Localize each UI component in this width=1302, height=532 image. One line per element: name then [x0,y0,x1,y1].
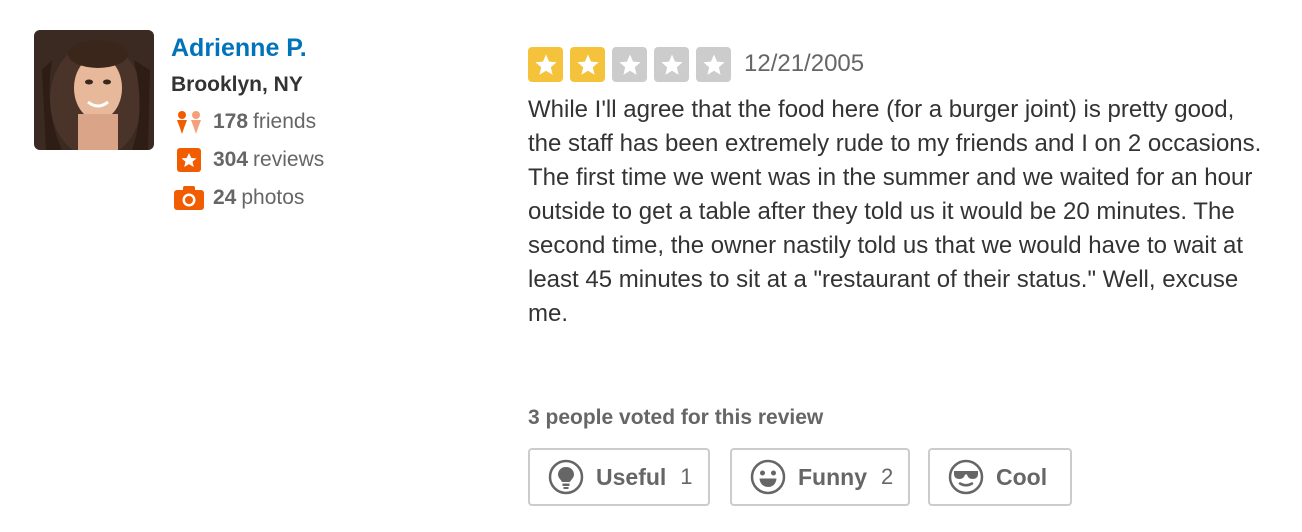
avatar-photo [34,30,154,150]
user-name-link[interactable]: Adrienne P. [171,34,307,63]
friends-label: friends [253,110,317,133]
reviews-count: 304 [213,148,249,171]
user-location: Brooklyn, NY [171,73,303,96]
friends-stat: 178 friends [174,109,316,135]
funny-label: Funny [798,463,867,490]
lightbulb-icon [548,459,584,495]
photos-count: 24 [213,186,237,209]
useful-button[interactable]: Useful 1 [528,448,710,506]
funny-button[interactable]: Funny 2 [730,448,910,506]
star-filled-icon [528,47,563,82]
avatar[interactable] [34,30,154,150]
useful-label: Useful [596,463,667,490]
reviews-stat: 304 reviews [174,147,324,173]
reviews-label: reviews [253,148,325,171]
star-empty-icon [654,47,689,82]
review-text: While I'll agree that the food here (for… [528,96,1262,327]
cool-button[interactable]: Cool [928,448,1072,506]
star-rating [528,47,738,82]
star-filled-icon [570,47,605,82]
friends-icon [174,109,204,135]
votes-summary: 3 people voted for this review [528,406,824,429]
star-empty-icon [612,47,647,82]
cool-label: Cool [996,463,1048,490]
useful-count: 1 [680,464,693,489]
funny-count: 2 [881,464,894,489]
photos-stat: 24 photos [174,185,304,211]
sunglasses-icon [948,459,984,495]
camera-icon [174,185,204,211]
friends-count: 178 [213,110,249,133]
photos-label: photos [241,186,305,209]
star-empty-icon [696,47,731,82]
smiley-icon [750,459,786,495]
review-date: 12/21/2005 [744,50,865,77]
reviews-star-icon [174,147,204,173]
